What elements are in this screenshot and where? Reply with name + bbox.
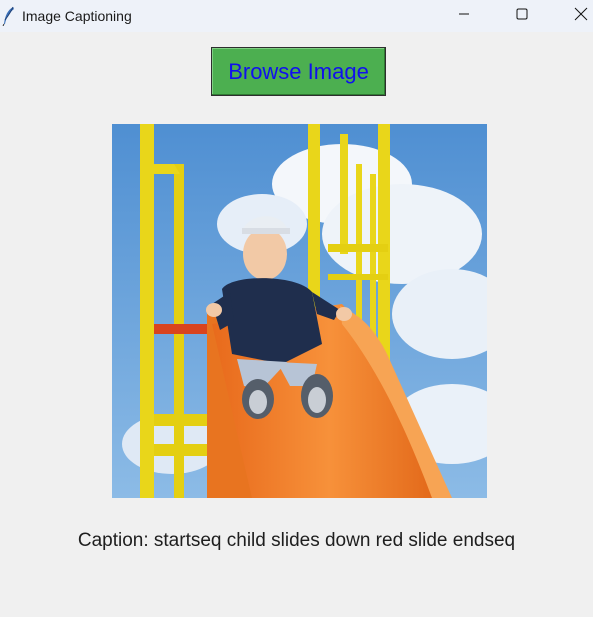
image-preview [112, 124, 487, 498]
close-icon [574, 7, 588, 26]
window-title: Image Captioning [22, 8, 132, 24]
child-on-orange-slide-photo [112, 124, 487, 498]
close-button[interactable] [558, 0, 593, 32]
minimize-icon [458, 7, 470, 25]
maximize-icon [516, 7, 528, 25]
title-bar[interactable]: Image Captioning [0, 0, 593, 32]
app-window: Image Captioning Browse Image Caption: s… [0, 0, 593, 617]
feather-icon [2, 6, 16, 27]
caption-label: Caption: startseq child slides down red … [77, 530, 516, 551]
main-content: Browse Image Caption: startseq child sli… [0, 32, 593, 617]
browse-image-button[interactable]: Browse Image [211, 47, 386, 96]
maximize-button[interactable] [499, 0, 545, 32]
minimize-button[interactable] [441, 0, 487, 32]
